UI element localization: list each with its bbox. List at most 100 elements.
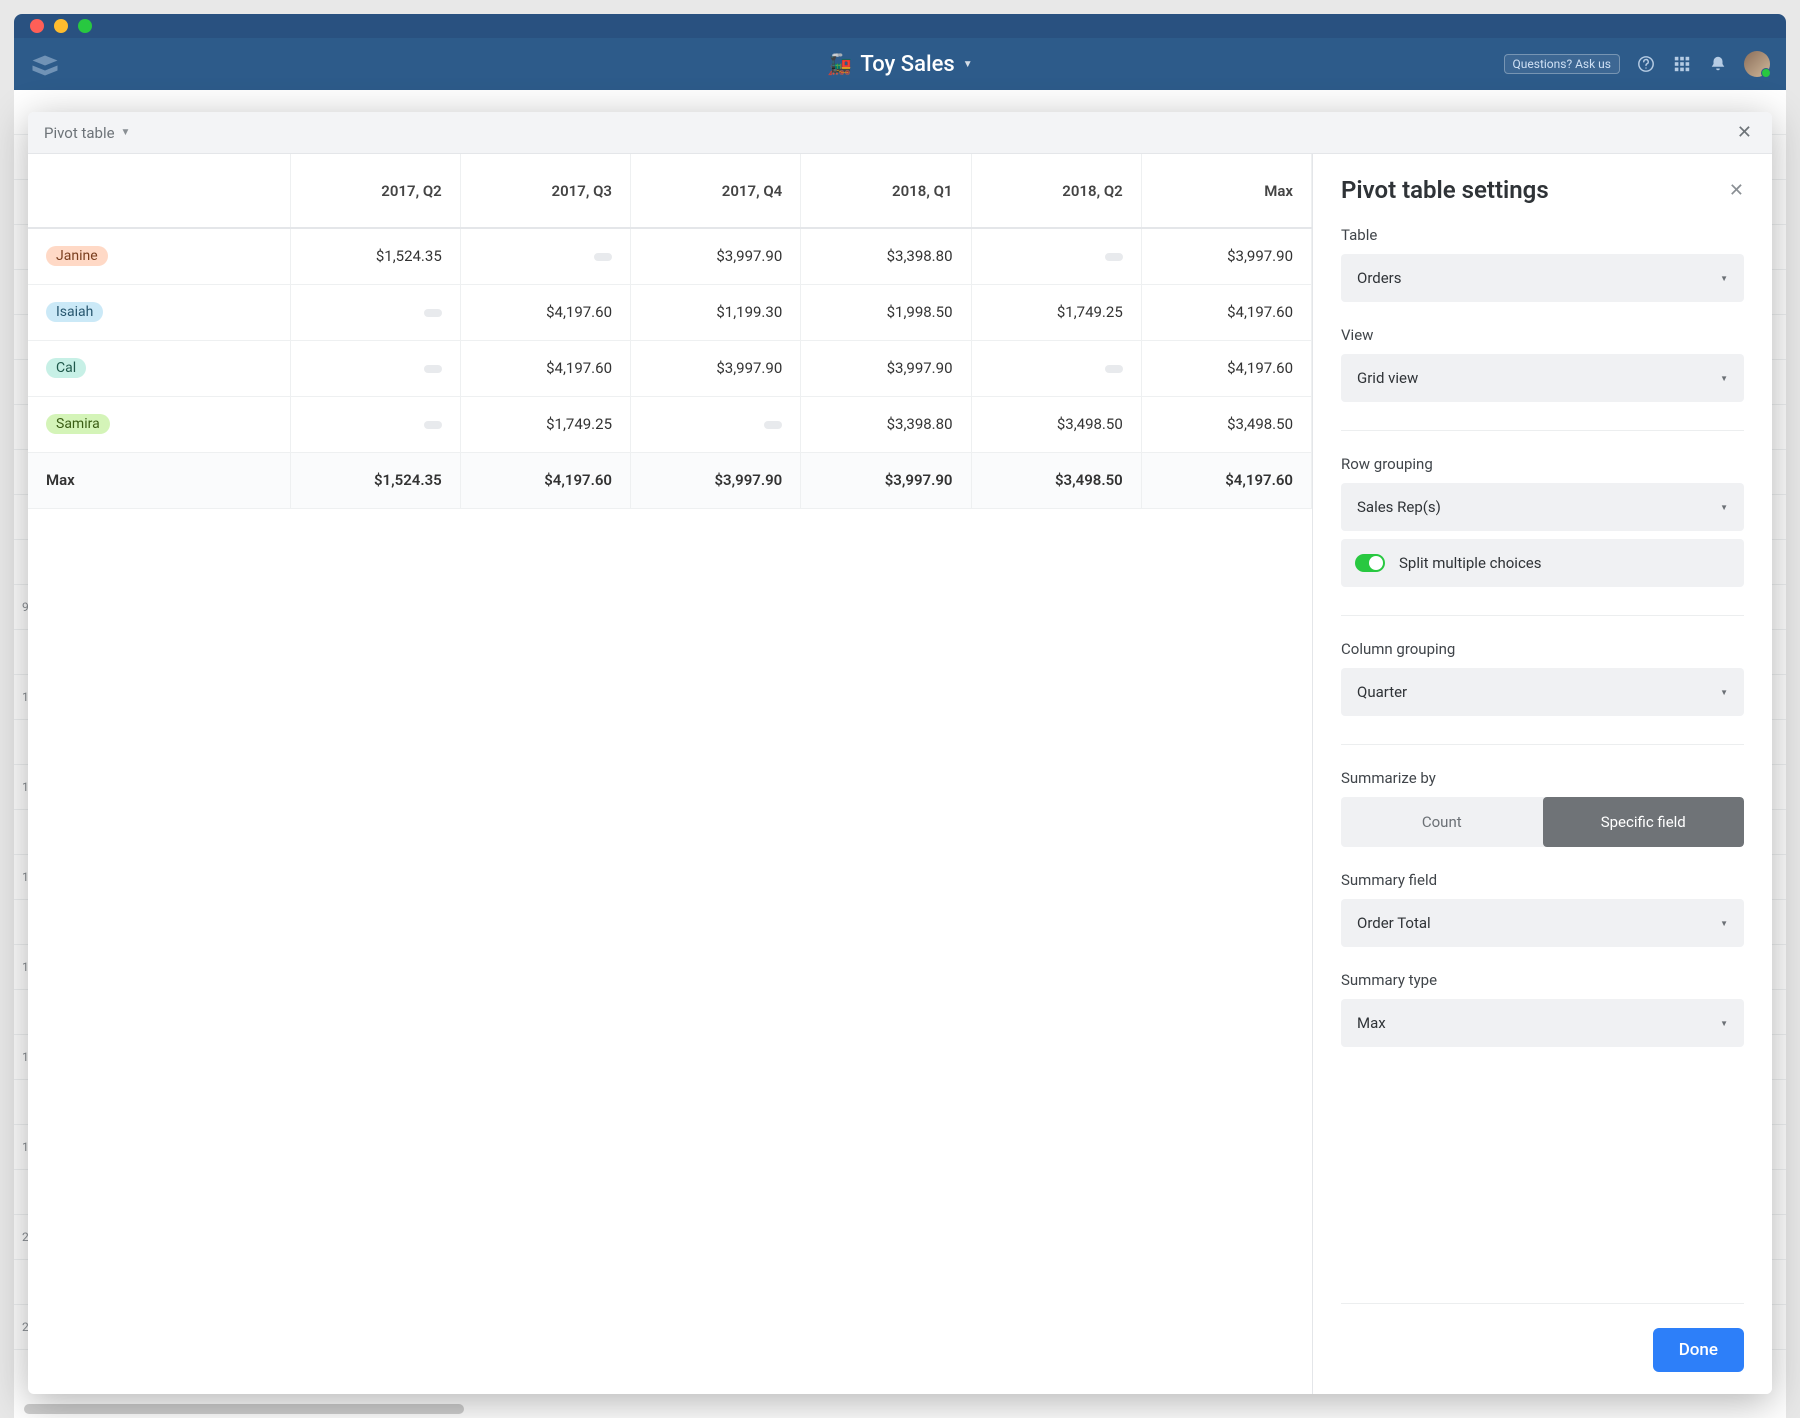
apps-grid-icon[interactable] bbox=[1672, 54, 1692, 74]
row-label-chip: Janine bbox=[46, 246, 108, 266]
data-cell: $1,199.30 bbox=[631, 284, 801, 340]
block-type-dropdown[interactable]: Pivot table ▼ bbox=[44, 124, 130, 142]
summary-cell: $4,197.60 bbox=[460, 452, 630, 508]
window-close-button[interactable] bbox=[30, 19, 44, 33]
summary-field-label: Summary field bbox=[1341, 871, 1744, 889]
empty-pill bbox=[424, 309, 442, 317]
view-dropdown-value: Grid view bbox=[1357, 369, 1418, 387]
chevron-down-icon: ▼ bbox=[121, 127, 131, 138]
base-title[interactable]: 🚂 Toy Sales ▼ bbox=[827, 52, 972, 77]
row-label-cell: Cal bbox=[28, 340, 290, 396]
modal-close-button[interactable]: ✕ bbox=[1733, 118, 1756, 147]
summary-cell: $1,524.35 bbox=[290, 452, 460, 508]
table-row: Isaiah$4,197.60$1,199.30$1,998.50$1,749.… bbox=[28, 284, 1312, 340]
data-cell bbox=[460, 228, 630, 284]
window-zoom-button[interactable] bbox=[78, 19, 92, 33]
split-choices-toggle[interactable] bbox=[1355, 554, 1385, 572]
column-header: 2018, Q2 bbox=[971, 154, 1141, 228]
row-label-chip: Isaiah bbox=[46, 302, 103, 322]
row-label-chip: Cal bbox=[46, 358, 86, 378]
summary-cell: $3,997.90 bbox=[631, 452, 801, 508]
user-avatar[interactable] bbox=[1744, 51, 1770, 77]
chevron-down-icon: ▼ bbox=[1720, 374, 1728, 383]
divider bbox=[1341, 430, 1744, 431]
row-label-cell: Samira bbox=[28, 396, 290, 452]
pivot-table: 2017, Q22017, Q32017, Q42018, Q12018, Q2… bbox=[28, 154, 1312, 509]
row-grouping-label: Row grouping bbox=[1341, 455, 1744, 473]
table-dropdown[interactable]: Orders ▼ bbox=[1341, 254, 1744, 302]
data-cell bbox=[971, 340, 1141, 396]
row-summary-cell: $4,197.60 bbox=[1141, 284, 1311, 340]
empty-pill bbox=[764, 421, 782, 429]
table-row: Janine$1,524.35$3,997.90$3,398.80$3,997.… bbox=[28, 228, 1312, 284]
data-cell bbox=[631, 396, 801, 452]
summary-cell: $3,498.50 bbox=[971, 452, 1141, 508]
data-cell bbox=[290, 396, 460, 452]
data-cell: $3,997.90 bbox=[631, 340, 801, 396]
horizontal-scrollbar[interactable] bbox=[24, 1404, 464, 1414]
summary-field-value: Order Total bbox=[1357, 914, 1431, 932]
view-label: View bbox=[1341, 326, 1744, 344]
data-cell: $4,197.60 bbox=[460, 340, 630, 396]
column-grouping-value: Quarter bbox=[1357, 683, 1407, 701]
app-logo-icon bbox=[30, 53, 60, 75]
window-minimize-button[interactable] bbox=[54, 19, 68, 33]
data-cell: $4,197.60 bbox=[460, 284, 630, 340]
row-label-header bbox=[28, 154, 290, 228]
column-header: 2018, Q1 bbox=[801, 154, 971, 228]
row-label-chip: Samira bbox=[46, 414, 110, 434]
chevron-down-icon: ▼ bbox=[1720, 503, 1728, 512]
column-summary-header: Max bbox=[1141, 154, 1311, 228]
help-icon[interactable] bbox=[1636, 54, 1656, 74]
table-row: Samira$1,749.25$3,398.80$3,498.50$3,498.… bbox=[28, 396, 1312, 452]
pivot-table-container: 2017, Q22017, Q32017, Q42018, Q12018, Q2… bbox=[28, 154, 1312, 1394]
data-cell bbox=[290, 340, 460, 396]
empty-pill bbox=[424, 421, 442, 429]
data-cell: $3,398.80 bbox=[801, 228, 971, 284]
data-cell bbox=[971, 228, 1141, 284]
questions-button[interactable]: Questions? Ask us bbox=[1504, 54, 1620, 74]
base-title-text: Toy Sales bbox=[860, 52, 954, 77]
settings-title: Pivot table settings bbox=[1341, 176, 1549, 204]
summary-cell: $4,197.60 bbox=[1141, 452, 1311, 508]
notifications-bell-icon[interactable] bbox=[1708, 54, 1728, 74]
base-emoji-icon: 🚂 bbox=[827, 52, 852, 76]
view-dropdown[interactable]: Grid view ▼ bbox=[1341, 354, 1744, 402]
summarize-by-label: Summarize by bbox=[1341, 769, 1744, 787]
empty-pill bbox=[594, 253, 612, 261]
summary-type-dropdown[interactable]: Max ▼ bbox=[1341, 999, 1744, 1047]
chevron-down-icon: ▼ bbox=[1720, 1019, 1728, 1028]
data-cell: $3,997.90 bbox=[801, 340, 971, 396]
summary-type-value: Max bbox=[1357, 1014, 1386, 1032]
row-grouping-value: Sales Rep(s) bbox=[1357, 498, 1441, 516]
summary-type-label: Summary type bbox=[1341, 971, 1744, 989]
mac-window-chrome bbox=[14, 14, 1786, 38]
data-cell: $1,749.25 bbox=[971, 284, 1141, 340]
column-grouping-dropdown[interactable]: Quarter ▼ bbox=[1341, 668, 1744, 716]
summarize-count-option[interactable]: Count bbox=[1341, 797, 1543, 847]
data-cell: $1,749.25 bbox=[460, 396, 630, 452]
table-row: Cal$4,197.60$3,997.90$3,997.90$4,197.60 bbox=[28, 340, 1312, 396]
row-label-cell: Isaiah bbox=[28, 284, 290, 340]
chevron-down-icon: ▼ bbox=[1720, 919, 1728, 928]
summary-field-dropdown[interactable]: Order Total ▼ bbox=[1341, 899, 1744, 947]
pivot-table-modal: Pivot table ▼ ✕ 2017, Q22017, Q32017, Q4… bbox=[28, 112, 1772, 1394]
column-header: 2017, Q2 bbox=[290, 154, 460, 228]
data-cell: $1,524.35 bbox=[290, 228, 460, 284]
table-dropdown-value: Orders bbox=[1357, 269, 1402, 287]
data-cell: $3,997.90 bbox=[631, 228, 801, 284]
pivot-settings-panel: Pivot table settings ✕ Table Orders ▼ Vi… bbox=[1312, 154, 1772, 1394]
data-cell: $1,998.50 bbox=[801, 284, 971, 340]
row-grouping-dropdown[interactable]: Sales Rep(s) ▼ bbox=[1341, 483, 1744, 531]
summarize-specific-option[interactable]: Specific field bbox=[1543, 797, 1745, 847]
empty-pill bbox=[1105, 365, 1123, 373]
summarize-segmented-control: Count Specific field bbox=[1341, 797, 1744, 847]
data-cell: $3,398.80 bbox=[801, 396, 971, 452]
column-header: 2017, Q4 bbox=[631, 154, 801, 228]
column-grouping-label: Column grouping bbox=[1341, 640, 1744, 658]
divider bbox=[1341, 1303, 1744, 1304]
chevron-down-icon: ▼ bbox=[1720, 274, 1728, 283]
settings-close-button[interactable]: ✕ bbox=[1729, 180, 1744, 201]
done-button[interactable]: Done bbox=[1653, 1328, 1744, 1372]
split-choices-row: Split multiple choices bbox=[1341, 539, 1744, 587]
